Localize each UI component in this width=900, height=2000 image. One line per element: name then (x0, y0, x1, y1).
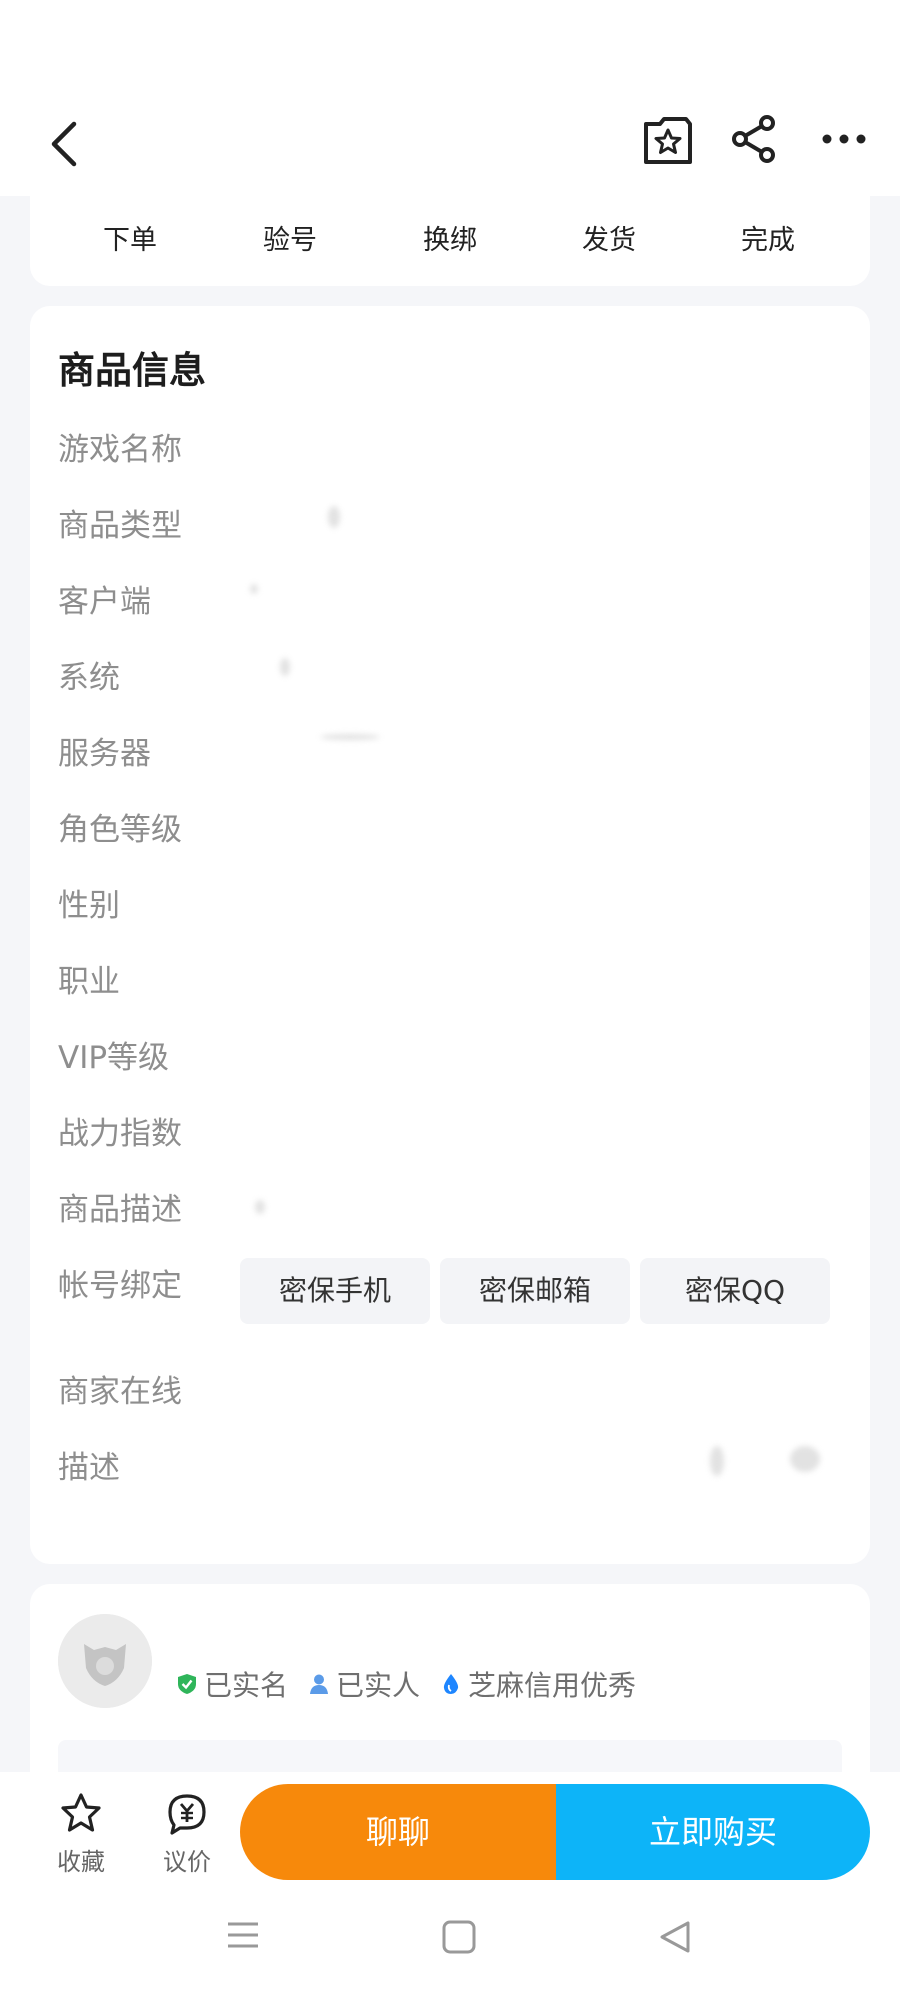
collect-button[interactable]: 收藏 (46, 1792, 116, 1877)
binding-email-chip: 密保邮箱 (440, 1258, 630, 1324)
step-deliver: 发货 (582, 225, 636, 256)
label-account-binding: 帐号绑定 (58, 1268, 182, 1304)
realname-badge: 已实名 (176, 1664, 288, 1704)
system-back-icon[interactable] (658, 1920, 692, 1958)
label-game-name: 游戏名称 (58, 432, 182, 468)
bargain-button[interactable]: 议价 (152, 1792, 222, 1877)
favorite-star-icon[interactable] (640, 114, 696, 168)
label-role-level: 角色等级 (58, 812, 182, 848)
label-server: 服务器 (58, 736, 151, 772)
bargain-label: 议价 (163, 1848, 211, 1876)
redacted-value (250, 584, 258, 594)
step-complete: 完成 (741, 225, 795, 256)
step-verify: 验号 (263, 225, 317, 256)
top-header (0, 0, 900, 196)
label-power-index: 战力指数 (58, 1116, 182, 1152)
person-icon (310, 1674, 328, 1694)
badge-text: 已实人 (336, 1669, 421, 1702)
badge-text: 芝麻信用优秀 (468, 1669, 637, 1702)
product-info-card: 商品信息 游戏名称 商品类型 客户端 系统 服务器 角色等级 性别 职业 VIP… (30, 306, 870, 1564)
badge-text: 已实名 (204, 1669, 289, 1702)
label-vip-level: VIP等级 (58, 1040, 170, 1076)
chat-button[interactable]: 聊聊 (240, 1784, 556, 1880)
label-system: 系统 (58, 660, 120, 696)
sesame-credit-badge: 芝麻信用优秀 (440, 1664, 636, 1704)
more-icon[interactable] (820, 124, 868, 154)
avatar[interactable] (58, 1614, 152, 1708)
redacted-value (255, 1200, 265, 1214)
label-gender: 性别 (58, 888, 120, 924)
bottom-action-bar: 收藏 议价 聊聊 立即购买 (0, 1772, 900, 2000)
system-home-icon[interactable] (442, 1920, 476, 1958)
redacted-value (710, 1446, 724, 1476)
realperson-badge: 已实人 (308, 1664, 420, 1704)
verified-shield-icon (178, 1674, 196, 1694)
buy-now-button[interactable]: 立即购买 (556, 1784, 870, 1880)
label-description: 描述 (58, 1450, 120, 1486)
order-steps: 下单 验号 换绑 发货 完成 (30, 196, 870, 286)
redacted-value (790, 1446, 820, 1472)
label-product-type: 商品类型 (58, 508, 182, 544)
label-merchant-online: 商家在线 (58, 1374, 182, 1410)
back-icon[interactable] (44, 118, 84, 170)
share-icon[interactable] (730, 114, 778, 164)
redacted-value (280, 658, 290, 676)
bargain-yen-icon (168, 1794, 206, 1835)
label-client: 客户端 (58, 584, 151, 620)
system-menu-icon[interactable] (226, 1920, 260, 1954)
binding-qq-chip: 密保QQ (640, 1258, 830, 1324)
binding-phone-chip: 密保手机 (240, 1258, 430, 1324)
label-profession: 职业 (58, 964, 120, 1000)
section-title: 商品信息 (58, 349, 206, 392)
step-order: 下单 (103, 225, 157, 256)
step-rebind: 换绑 (423, 225, 477, 256)
star-icon (61, 1793, 101, 1832)
sesame-drop-icon (443, 1674, 459, 1694)
redacted-value (328, 506, 340, 528)
label-product-desc: 商品描述 (58, 1192, 182, 1228)
redacted-value (320, 734, 380, 740)
collect-label: 收藏 (57, 1848, 105, 1876)
